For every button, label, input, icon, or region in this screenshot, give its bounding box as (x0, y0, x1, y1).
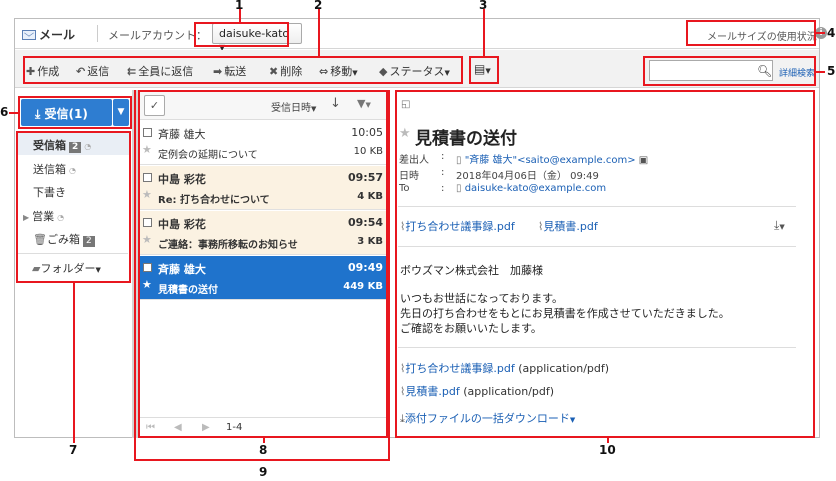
callout-number-2: 2 (314, 0, 323, 12)
callout-number-7: 7 (69, 443, 78, 457)
callout-number-5: 5 (827, 64, 836, 78)
mail-icon (22, 29, 36, 40)
callout-number-4: 4 (827, 26, 836, 40)
callout-number-3: 3 (479, 0, 488, 12)
app-title[interactable]: メール (22, 26, 75, 43)
callout-line-2 (318, 9, 320, 56)
callout-line-3 (483, 9, 485, 56)
callout-box-3 (469, 56, 499, 84)
app-title-text: メール (39, 28, 76, 42)
callout-number-6: 6 (0, 105, 9, 119)
callout-line-5 (816, 71, 825, 73)
callout-box-9 (134, 90, 390, 461)
callout-line-4 (816, 32, 825, 34)
callout-box-5 (643, 56, 816, 86)
callout-box-10 (395, 90, 815, 438)
callout-line-7 (73, 283, 75, 443)
callout-box-4 (686, 20, 816, 46)
callout-line-6 (9, 112, 18, 114)
callout-number-1: 1 (235, 0, 244, 12)
header-divider (97, 25, 98, 42)
callout-box-7 (16, 131, 131, 283)
callout-box-6 (18, 96, 132, 129)
callout-box-2 (23, 56, 463, 84)
callout-number-10: 10 (599, 443, 616, 457)
account-label: メールアカウント： (108, 29, 207, 42)
callout-number-9: 9 (259, 465, 268, 479)
callout-box-1 (194, 22, 289, 47)
